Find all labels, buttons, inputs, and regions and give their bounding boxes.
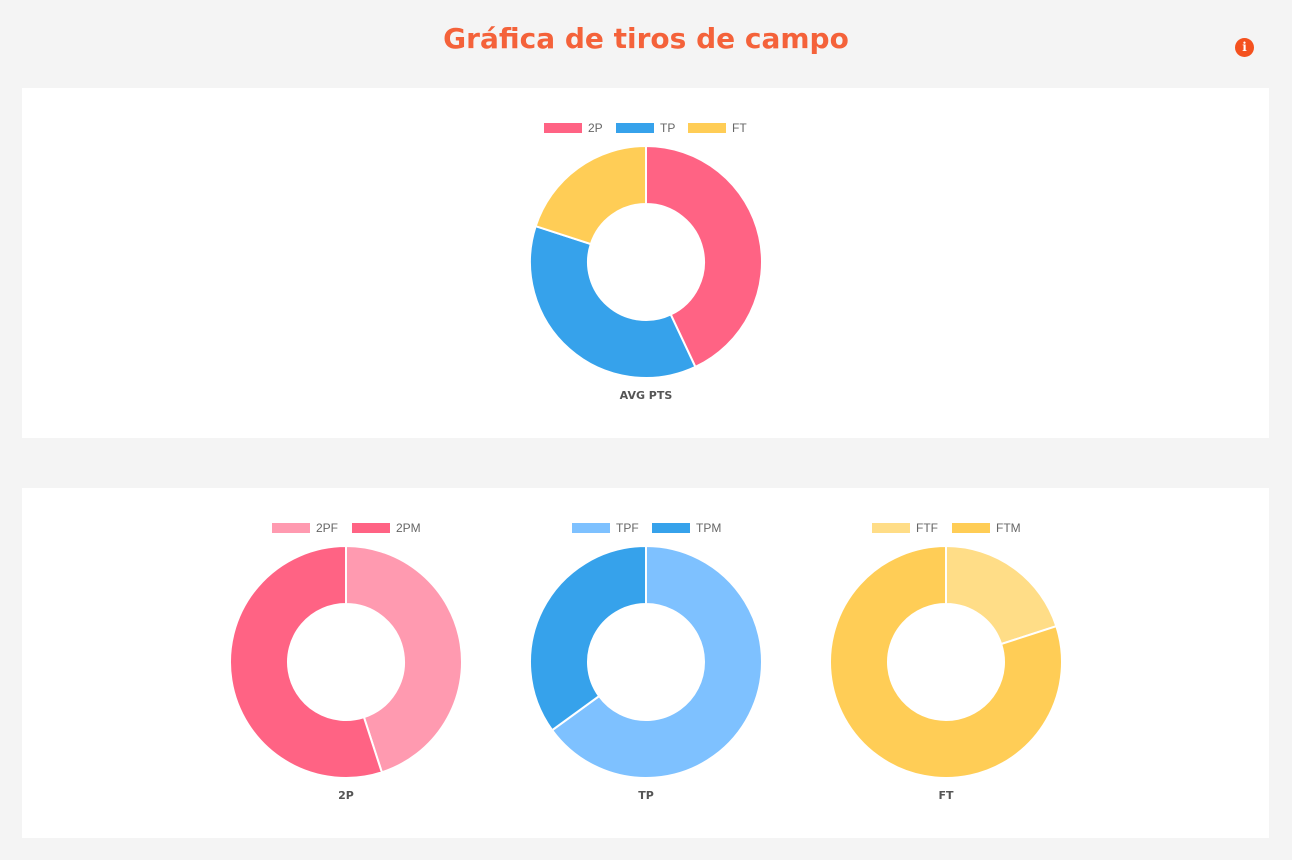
info-icon[interactable]: i (1235, 38, 1254, 57)
tp-slice-tpm[interactable] (529, 544, 647, 732)
2p-chart-label: 2P (338, 789, 354, 802)
tp-chart-label: TP (638, 789, 654, 802)
legend-swatch-ft (688, 123, 726, 133)
avg-pts-slice-ft[interactable] (534, 144, 647, 246)
legend-swatch-tpm (652, 523, 690, 533)
avg-pts-slice-tp[interactable] (529, 224, 697, 379)
legend-item-2pf[interactable]: 2PF (272, 521, 338, 535)
legend-label-ftm: FTM (996, 521, 1021, 535)
avg-pts-legend: 2P TP FT (544, 121, 747, 135)
legend-label-2pf: 2PF (316, 521, 338, 535)
legend-swatch-2p (544, 123, 582, 133)
legend-item-2pm[interactable]: 2PM (352, 521, 421, 535)
legend-swatch-2pf (272, 523, 310, 533)
legend-swatch-2pm (352, 523, 390, 533)
legend-swatch-ftm (952, 523, 990, 533)
shot-breakdown-donut-charts: 2PF 2PM 2P TPF TPM TP FTF FTM FT (229, 521, 1063, 802)
legend-item-ftm[interactable]: FTM (952, 521, 1021, 535)
legend-label-tpm: TPM (696, 521, 721, 535)
ft-slice-ftf[interactable] (945, 544, 1058, 646)
avg-pts-chart-label: AVG PTS (620, 389, 673, 402)
legend-item-tp[interactable]: TP (616, 121, 675, 135)
legend-label-2pm: 2PM (396, 521, 421, 535)
legend-swatch-tpf (572, 523, 610, 533)
legend-label-ft: FT (732, 121, 747, 135)
2p-legend: 2PF 2PM (272, 521, 421, 535)
legend-label-ftf: FTF (916, 521, 938, 535)
tp-legend: TPF TPM (572, 521, 721, 535)
legend-item-tpf[interactable]: TPF (572, 521, 639, 535)
legend-label-tp: TP (660, 121, 675, 135)
page-title: Gráfica de tiros de campo (443, 22, 849, 55)
legend-swatch-tp (616, 123, 654, 133)
avg-pts-chart-panel: 2P TP FT AVG PTS (22, 88, 1269, 438)
legend-swatch-ftf (872, 523, 910, 533)
ft-legend: FTF FTM (872, 521, 1021, 535)
legend-item-ft[interactable]: FT (688, 121, 747, 135)
legend-item-ftf[interactable]: FTF (872, 521, 938, 535)
ft-chart-label: FT (938, 789, 954, 802)
legend-item-tpm[interactable]: TPM (652, 521, 721, 535)
shot-breakdown-chart-panel: 2PF 2PM 2P TPF TPM TP FTF FTM FT (22, 488, 1269, 838)
legend-item-2p[interactable]: 2P (544, 121, 603, 135)
legend-label-2p: 2P (588, 121, 603, 135)
avg-pts-donut-chart: 2P TP FT AVG PTS (529, 121, 763, 402)
legend-label-tpf: TPF (616, 521, 639, 535)
